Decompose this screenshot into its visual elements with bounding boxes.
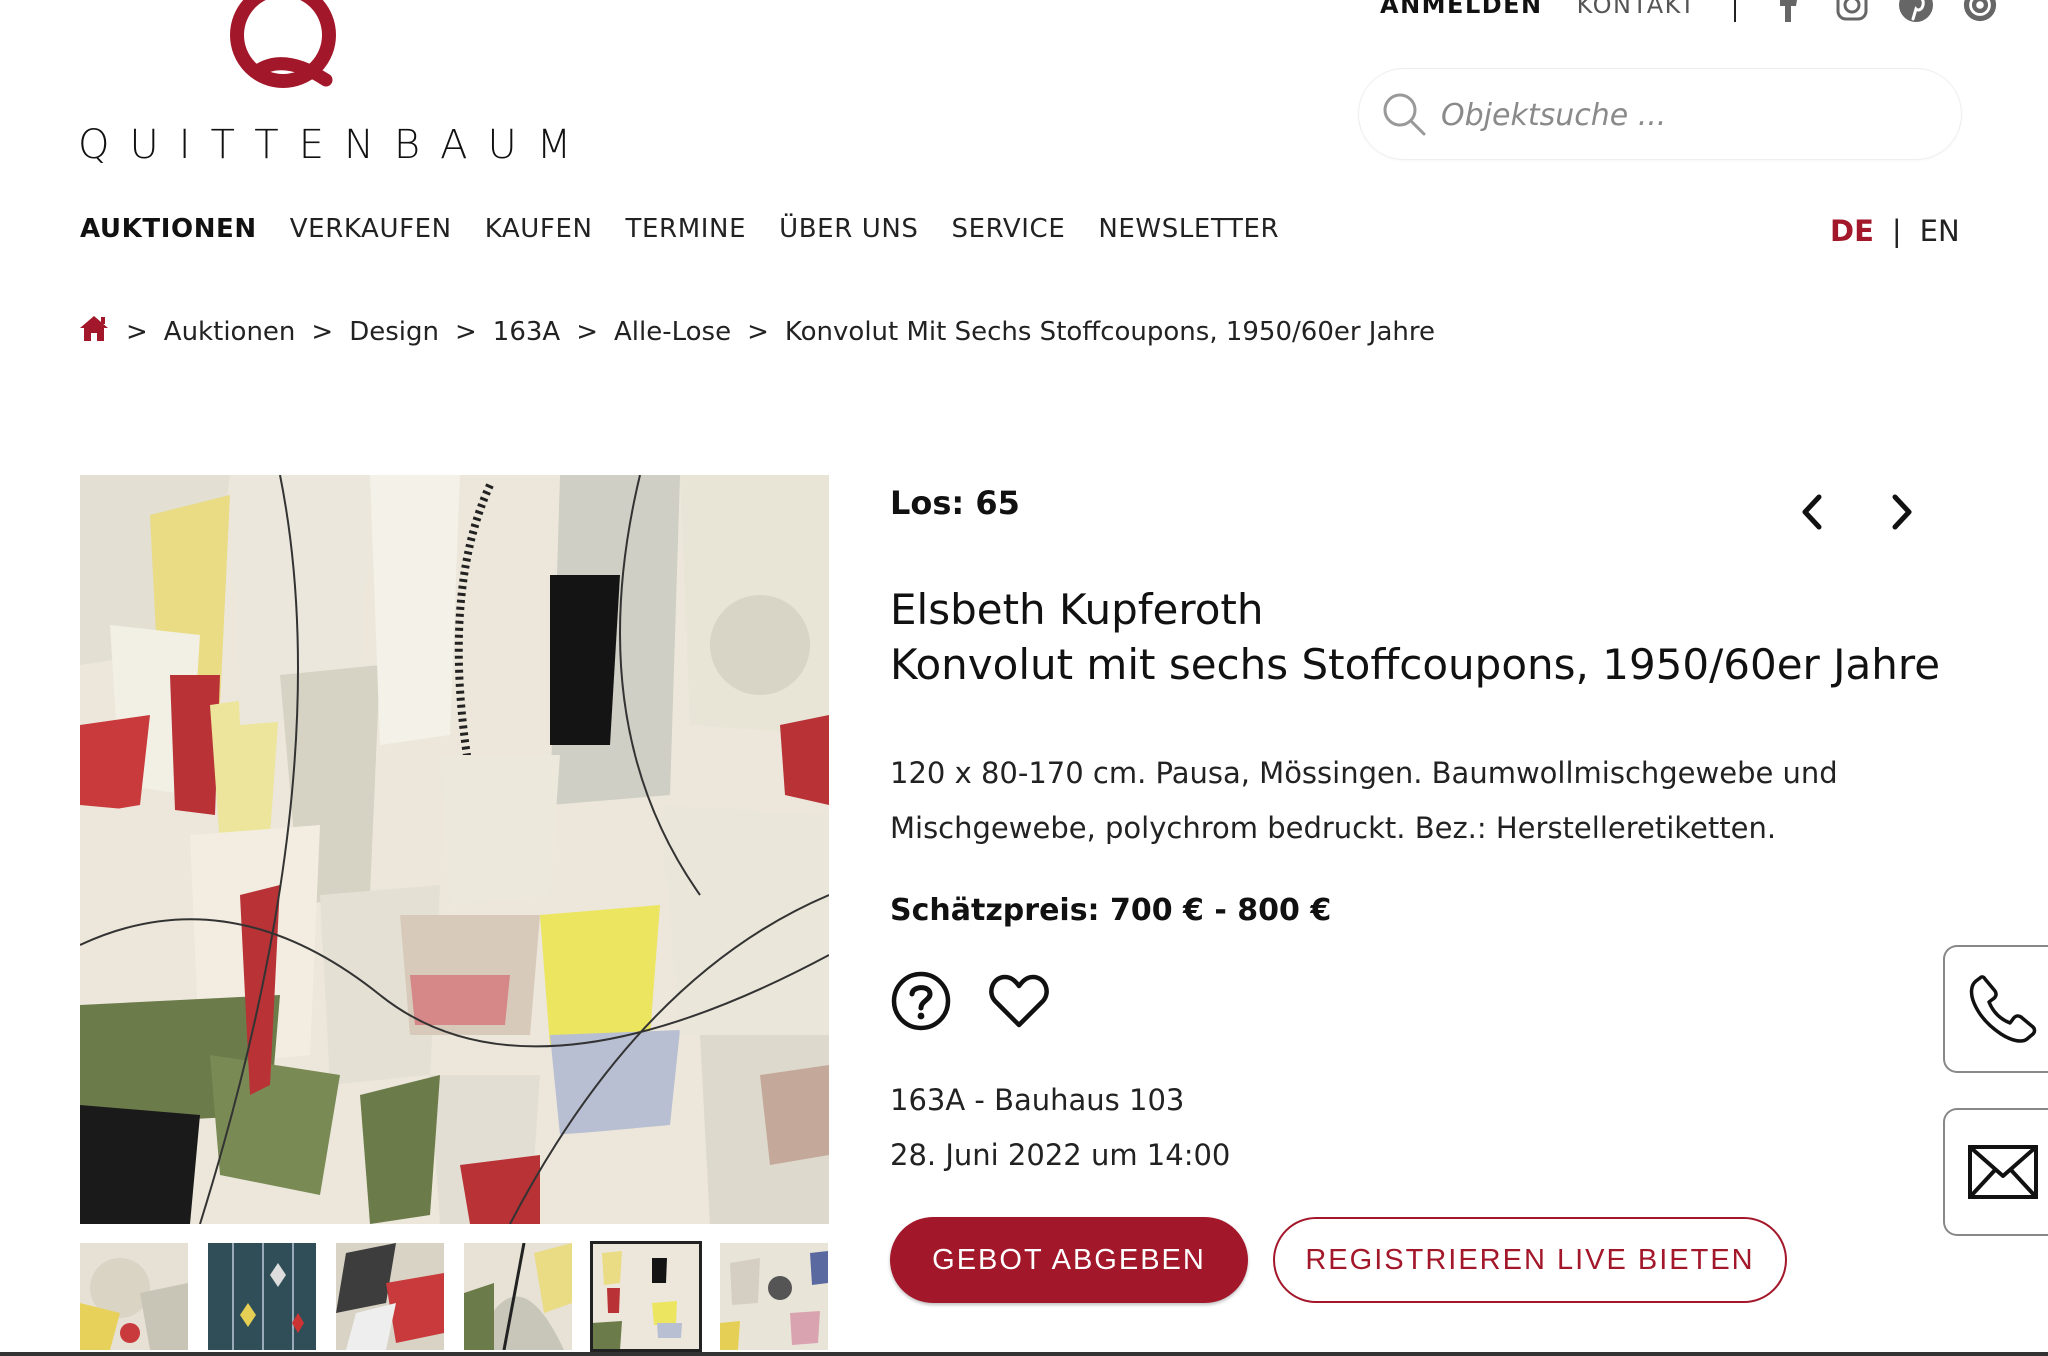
- lot-estimate: Schätzpreis: 700 € - 800 €: [890, 893, 1332, 928]
- lot-pager: [1790, 490, 1970, 534]
- search-input[interactable]: [1441, 91, 1921, 139]
- lang-en[interactable]: EN: [1920, 214, 1960, 248]
- lot-actions: [890, 970, 1086, 1032]
- contact-mail-button[interactable]: [1943, 1108, 2048, 1236]
- home-icon[interactable]: [78, 314, 110, 349]
- thumbnail-2[interactable]: [208, 1243, 316, 1350]
- issuu-icon[interactable]: [1962, 0, 1998, 23]
- logo[interactable]: QUITTENBAUM: [78, 0, 571, 170]
- breadcrumb-separator: >: [747, 316, 769, 347]
- language-switcher: DE | EN: [1830, 214, 1960, 248]
- thumbnail-5-selected[interactable]: [590, 1241, 702, 1352]
- top-divider: [1734, 0, 1737, 22]
- place-bid-button[interactable]: GEBOT ABGEBEN: [890, 1217, 1248, 1303]
- logo-q-mark: [230, 0, 336, 88]
- chevron-left-icon[interactable]: [1790, 490, 1834, 534]
- nav-auktionen[interactable]: AUKTIONEN: [80, 214, 257, 244]
- breadcrumb-alle-lose[interactable]: Alle-Lose: [614, 317, 731, 347]
- fabric-artwork-image: [80, 475, 829, 1224]
- lang-divider: |: [1891, 214, 1902, 248]
- sale-name: 163A - Bauhaus 103: [890, 1083, 1185, 1117]
- nav-ueber-uns[interactable]: ÜBER UNS: [779, 214, 918, 244]
- login-link[interactable]: ANMELDEN: [1380, 0, 1543, 19]
- bottom-divider: [0, 1352, 2048, 1356]
- lot-artist: Elsbeth Kupferoth: [890, 585, 1264, 634]
- nav-verkaufen[interactable]: VERKAUFEN: [290, 214, 452, 244]
- facebook-icon[interactable]: [1770, 0, 1806, 23]
- breadcrumb-auction-163a[interactable]: 163A: [493, 317, 560, 347]
- chevron-right-icon[interactable]: [1880, 490, 1924, 534]
- thumbnail-1[interactable]: [80, 1243, 188, 1350]
- breadcrumb-separator: >: [311, 316, 334, 347]
- thumbnail-3[interactable]: [336, 1243, 444, 1350]
- search-box[interactable]: [1358, 68, 1962, 160]
- question-circle-icon[interactable]: [890, 970, 952, 1032]
- lot-title: Konvolut mit sechs Stoffcoupons, 1950/60…: [890, 640, 1941, 689]
- breadcrumb-separator: >: [576, 316, 598, 347]
- nav-service[interactable]: SERVICE: [952, 214, 1066, 244]
- breadcrumb-separator: >: [126, 316, 148, 347]
- search-icon[interactable]: [1381, 91, 1427, 137]
- thumbnail-6[interactable]: [720, 1243, 828, 1350]
- main-navigation: AUKTIONEN VERKAUFEN KAUFEN TERMINE ÜBER …: [80, 214, 1312, 244]
- lang-de[interactable]: DE: [1830, 214, 1874, 248]
- sale-date: 28. Juni 2022 um 14:00: [890, 1138, 1231, 1172]
- instagram-icon[interactable]: [1834, 0, 1870, 23]
- thumbnail-4[interactable]: [464, 1243, 572, 1350]
- register-live-bidding-button[interactable]: REGISTRIEREN LIVE BIETEN: [1273, 1217, 1787, 1303]
- nav-kaufen[interactable]: KAUFEN: [485, 214, 593, 244]
- thumbnail-strip: [80, 1241, 848, 1352]
- pinterest-icon[interactable]: [1898, 0, 1934, 23]
- top-navigation: ANMELDEN KONTAKT: [1380, 0, 2026, 22]
- breadcrumb: > Auktionen > Design > 163A > Alle-Lose …: [78, 314, 1435, 349]
- lot-description: 120 x 80-170 cm. Pausa, Mössingen. Baumw…: [890, 756, 1838, 845]
- breadcrumb-auktionen[interactable]: Auktionen: [164, 317, 296, 347]
- breadcrumb-separator: >: [454, 316, 477, 347]
- contact-phone-button[interactable]: [1943, 945, 2048, 1073]
- mail-icon: [1968, 1145, 2038, 1199]
- heart-icon[interactable]: [988, 970, 1050, 1032]
- nav-newsletter[interactable]: NEWSLETTER: [1098, 214, 1279, 244]
- breadcrumb-design[interactable]: Design: [349, 317, 439, 347]
- breadcrumb-current-lot: Konvolut Mit Sechs Stoffcoupons, 1950/60…: [784, 316, 1436, 347]
- nav-termine[interactable]: TERMINE: [626, 214, 747, 244]
- lot-main-image[interactable]: [80, 475, 829, 1224]
- phone-icon: [1969, 975, 2037, 1043]
- logo-wordmark: QUITTENBAUM: [78, 122, 592, 168]
- contact-link[interactable]: KONTAKT: [1577, 0, 1697, 19]
